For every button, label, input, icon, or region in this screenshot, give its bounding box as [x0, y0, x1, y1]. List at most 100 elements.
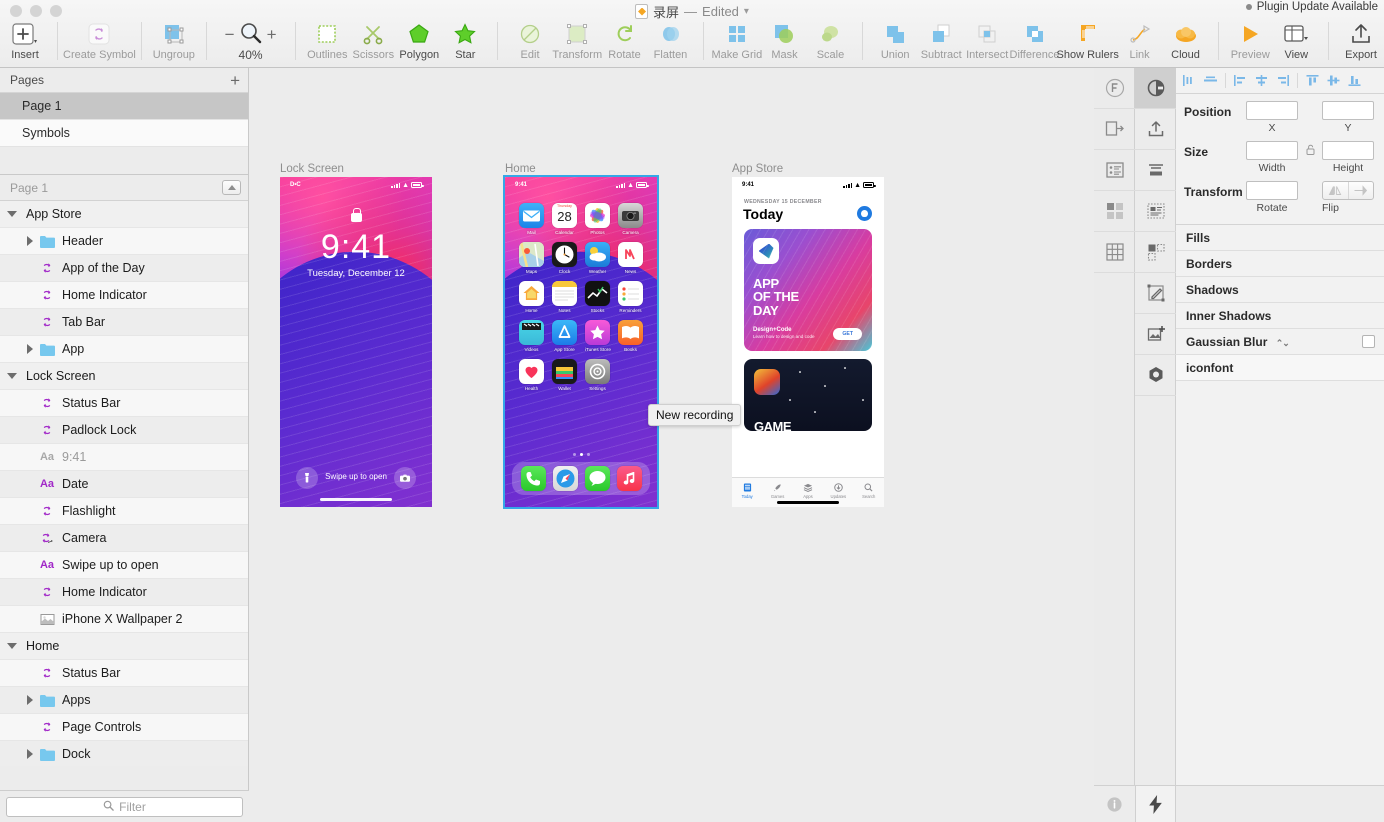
toolbar-scissors[interactable]: Scissors — [350, 18, 396, 61]
app-cell-books[interactable]: Books — [618, 320, 643, 352]
align-bottom-icon[interactable] — [1345, 72, 1364, 90]
account-avatar-icon[interactable] — [857, 206, 872, 221]
app-cell-settings[interactable]: Settings — [585, 359, 610, 391]
tab-games[interactable]: Games — [764, 482, 792, 499]
disclosure-triangle-down-icon[interactable] — [4, 643, 20, 649]
tab-today[interactable]: Today — [733, 482, 761, 499]
distribute-center-icon[interactable] — [1252, 72, 1271, 90]
font-preferences-icon[interactable] — [1094, 68, 1135, 109]
filter-input[interactable]: Filter — [6, 797, 243, 817]
toolbar-link[interactable]: Link — [1117, 18, 1163, 61]
distribute-left-icon[interactable] — [1231, 72, 1250, 90]
tab-apps[interactable]: Apps — [794, 482, 822, 499]
inspect-toggle-icon[interactable] — [1135, 68, 1176, 109]
toolbar-mask[interactable]: Mask — [761, 18, 807, 61]
layer-row-lock-screen[interactable]: Lock Screen — [0, 363, 248, 390]
layer-row-app-store[interactable]: App Store — [0, 201, 248, 228]
app-cell-news[interactable]: News — [618, 242, 643, 274]
disclosure-triangle-right-icon[interactable] — [22, 695, 38, 705]
flip-horizontal-button[interactable] — [1323, 182, 1348, 199]
disclosure-triangle-right-icon[interactable] — [22, 749, 38, 759]
layer-row-camera[interactable]: Camera — [0, 525, 248, 552]
layer-row-app[interactable]: App — [0, 336, 248, 363]
blur-type-stepper-icon[interactable]: ⌃⌄ — [1276, 338, 1289, 348]
export-upload-icon[interactable] — [1135, 109, 1176, 150]
app-cell-health[interactable]: Health — [519, 359, 544, 391]
app-cell-weather[interactable]: Weather — [585, 242, 610, 274]
rotate-input[interactable] — [1246, 181, 1298, 200]
artboard-presets-icon[interactable] — [1094, 109, 1135, 150]
toolbar-view[interactable]: View — [1273, 18, 1319, 61]
settings-nut-icon[interactable] — [1135, 355, 1176, 396]
info-icon[interactable] — [1094, 786, 1135, 822]
page-item-page-1[interactable]: Page 1 — [0, 93, 248, 120]
layer-row-padlock-lock[interactable]: Padlock Lock — [0, 417, 248, 444]
chevron-down-icon[interactable]: ▾ — [744, 6, 749, 17]
artboard-app-store[interactable]: 9:41 ▲ WEDNESDAY 15 DECEMBER Today APPOF… — [732, 177, 884, 507]
toolbar-difference[interactable]: Difference — [1010, 18, 1059, 61]
toolbar-transform[interactable]: Transform — [553, 18, 601, 61]
canvas[interactable]: Lock Screen D•C ▲ 9:41 Tuesday, December… — [249, 68, 1094, 822]
toolbar-create-symbol[interactable]: Create Symbol — [67, 18, 132, 61]
layer-row-date[interactable]: Aa Date — [0, 471, 248, 498]
artboard-home[interactable]: 9:41 ▲ Mail — [505, 177, 657, 507]
disclosure-triangle-down-icon[interactable] — [4, 211, 20, 217]
app-cell-videos[interactable]: Videos — [519, 320, 544, 352]
collapse-all-button[interactable] — [222, 180, 241, 195]
layer-row-tab-bar[interactable]: Tab Bar — [0, 309, 248, 336]
featured-card[interactable]: APPOF THEDAY Design+Code Learn how to de… — [744, 229, 872, 351]
layer-row-wallpaper-lock[interactable]: iPhone X Wallpaper 2 — [0, 606, 248, 633]
artboard-lock-screen[interactable]: D•C ▲ 9:41 Tuesday, December 12 — [280, 177, 432, 507]
flip-vertical-button[interactable] — [1348, 182, 1374, 199]
second-card[interactable]: GAME — [744, 359, 872, 431]
toolbar-intersect[interactable]: Intersect — [964, 18, 1010, 61]
toolbar-edit[interactable]: Edit — [507, 18, 553, 61]
app-cell-app-store[interactable]: App Store — [552, 320, 577, 352]
text-style-icon[interactable] — [1135, 191, 1176, 232]
app-cell-camera[interactable]: Camera — [618, 203, 643, 235]
toolbar-cloud[interactable]: Cloud — [1163, 18, 1209, 61]
toolbar-ungroup[interactable]: Ungroup — [151, 18, 197, 61]
toolbar-union[interactable]: Union — [872, 18, 918, 61]
toolbar-make-grid[interactable]: Make Grid — [712, 18, 761, 61]
app-cell-mail[interactable]: Mail — [519, 203, 544, 235]
pencil-edit-icon[interactable] — [1135, 273, 1176, 314]
app-cell-clock[interactable]: Clock — [552, 242, 577, 274]
artboard-label-app-store[interactable]: App Store — [732, 163, 783, 175]
layer-row-941[interactable]: Aa 9:41 — [0, 444, 248, 471]
tab-search[interactable]: Search — [855, 482, 883, 499]
layer-row-status-bar[interactable]: Status Bar — [0, 390, 248, 417]
layer-style-icon[interactable] — [1135, 232, 1176, 273]
section-fills[interactable]: Fills — [1176, 225, 1384, 251]
aspect-lock-icon[interactable] — [1304, 141, 1316, 155]
toolbar-show-rulers[interactable]: Show Rulers — [1059, 18, 1117, 61]
app-cell-home[interactable]: Home — [519, 281, 544, 313]
align-middle-icon[interactable] — [1324, 72, 1343, 90]
zoom-icon[interactable] — [239, 21, 263, 48]
align-top-icon[interactable] — [1303, 72, 1322, 90]
layer-row-status-bar-home[interactable]: Status Bar — [0, 660, 248, 687]
app-cell-calendar[interactable]: Thursday 28 Calendar — [552, 203, 577, 235]
get-button[interactable]: GET — [833, 328, 862, 340]
messages-app-icon[interactable] — [585, 466, 610, 491]
page-item-symbols[interactable]: Symbols — [0, 120, 248, 147]
tab-updates[interactable]: Updates — [824, 482, 852, 499]
safari-app-icon[interactable] — [553, 466, 578, 491]
distribute-right-icon[interactable] — [1273, 72, 1292, 90]
music-app-icon[interactable] — [617, 466, 642, 491]
app-cell-maps[interactable]: Maps — [519, 242, 544, 274]
layer-row-home-indicator[interactable]: Home Indicator — [0, 282, 248, 309]
grid-items-icon[interactable] — [1094, 191, 1135, 232]
layer-row-header[interactable]: Header — [0, 228, 248, 255]
toolbar-outlines[interactable]: Outlines — [304, 18, 350, 61]
layer-row-home-artboard[interactable]: Home — [0, 633, 248, 660]
disclosure-triangle-down-icon[interactable] — [4, 373, 20, 379]
disclosure-triangle-right-icon[interactable] — [22, 236, 38, 246]
layers-list[interactable]: App Store Header App of the Day Home Ind… — [0, 201, 248, 766]
layer-row-flashlight[interactable]: Flashlight — [0, 498, 248, 525]
layer-list-icon[interactable] — [1094, 150, 1135, 191]
zoom-out-button[interactable]: − — [225, 26, 235, 43]
align-center-icon[interactable] — [1201, 72, 1220, 90]
section-iconfont[interactable]: iconfont — [1176, 355, 1384, 381]
size-height-input[interactable] — [1322, 141, 1374, 160]
